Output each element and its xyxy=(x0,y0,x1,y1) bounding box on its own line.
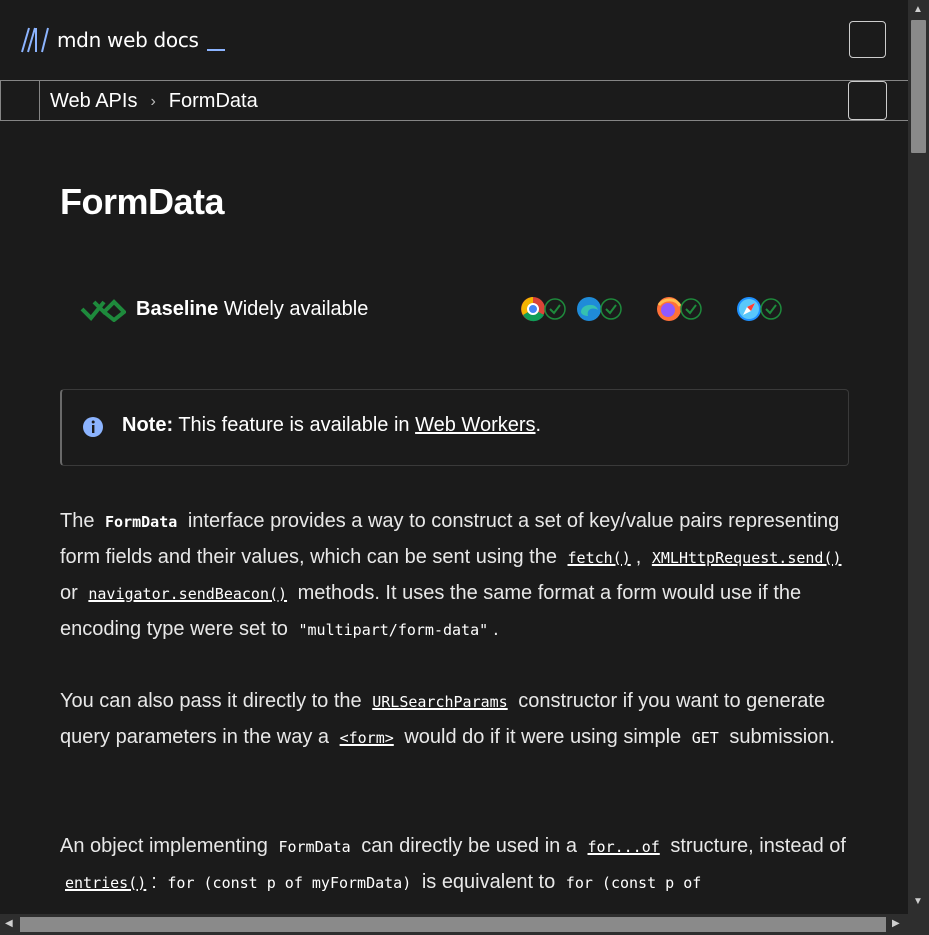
breadcrumb-separator: › xyxy=(150,92,156,110)
note-callout: Note: This feature is available in Web W… xyxy=(60,389,849,466)
entries-link[interactable]: entries() xyxy=(60,871,151,893)
breadcrumb: Web APIs › FormData xyxy=(50,90,258,113)
baseline-check-icon xyxy=(80,299,126,322)
scroll-right-icon[interactable]: ▶ xyxy=(892,918,900,929)
scroll-down-icon[interactable]: ▼ xyxy=(913,896,923,907)
toc-button[interactable] xyxy=(848,81,887,120)
sidebar-toggle-button[interactable] xyxy=(0,81,40,120)
vertical-scroll-thumb[interactable] xyxy=(911,20,926,153)
horizontal-scroll-thumb[interactable] xyxy=(20,917,886,932)
top-navigation: mdn web docs xyxy=(0,0,908,80)
breadcrumb-web-apis[interactable]: Web APIs xyxy=(50,90,137,113)
firefox-icon xyxy=(656,296,704,322)
formdata-code: FormData xyxy=(105,513,178,531)
edge-icon xyxy=(576,296,624,322)
urlsearchparams-link[interactable]: URLSearchParams xyxy=(367,690,512,712)
vertical-scrollbar[interactable]: ▲ ▼ xyxy=(908,0,929,914)
scrollbar-corner xyxy=(908,914,929,935)
scroll-up-icon[interactable]: ▲ xyxy=(913,4,923,15)
iteration-paragraph: An object implementing FormData can dire… xyxy=(60,835,846,893)
for-of-link[interactable]: for...of xyxy=(583,835,665,857)
menu-button[interactable] xyxy=(849,21,886,58)
mdn-logo-icon xyxy=(21,27,49,53)
safari-icon xyxy=(736,296,784,322)
multipart-code: "multipart/form-data" xyxy=(298,621,489,639)
logo-text: mdn web docs xyxy=(57,28,199,52)
xmlhttprequest-send-link[interactable]: XMLHttpRequest.send() xyxy=(647,546,847,568)
note-label: Note: xyxy=(122,414,174,436)
baseline-status: Widely available xyxy=(223,297,369,320)
logo-cursor xyxy=(206,49,225,51)
intro-paragraph: The FormData interface provides a way to… xyxy=(60,504,850,648)
breadcrumb-formdata[interactable]: FormData xyxy=(169,90,258,113)
web-workers-link[interactable]: Web Workers xyxy=(415,414,535,436)
urlsearchparams-paragraph: You can also pass it directly to the URL… xyxy=(60,690,835,748)
fetch-link[interactable]: fetch() xyxy=(563,546,636,568)
mdn-logo[interactable]: mdn web docs xyxy=(20,26,225,54)
note-text: This feature is available in xyxy=(178,414,410,436)
scroll-left-icon[interactable]: ◀ xyxy=(5,918,13,929)
baseline-label: Baseline xyxy=(136,297,219,320)
page-title: FormData xyxy=(60,181,225,222)
form-element-link[interactable]: <form> xyxy=(335,726,399,748)
breadcrumb-bar: Web APIs › FormData xyxy=(0,80,908,121)
info-icon xyxy=(83,417,103,437)
horizontal-scrollbar[interactable]: ◀ ▶ xyxy=(0,914,908,935)
baseline-banner[interactable]: Baseline Widely available xyxy=(80,291,840,327)
get-code: GET xyxy=(691,729,719,747)
sendbeacon-link[interactable]: navigator.sendBeacon() xyxy=(83,582,292,604)
chrome-icon xyxy=(520,296,568,322)
